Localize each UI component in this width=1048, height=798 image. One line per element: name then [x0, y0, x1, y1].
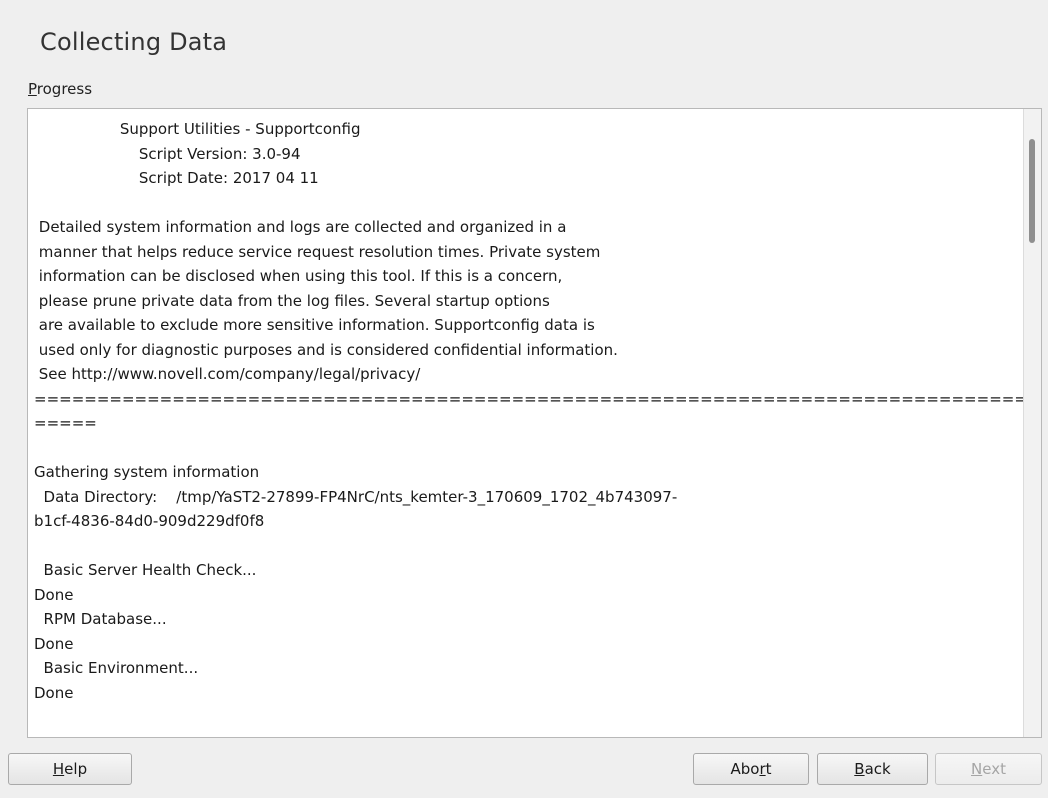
scrollbar-thumb[interactable]: [1029, 139, 1035, 243]
log-line: Done: [34, 634, 74, 653]
log-line: please prune private data from the log f…: [34, 291, 550, 310]
back-button[interactable]: Back: [817, 753, 928, 785]
log-line: RPM Database...: [34, 610, 167, 628]
progress-label-mnemonic: P: [28, 80, 37, 98]
log-line: Done: [34, 585, 74, 604]
progress-label-rest: rogress: [36, 80, 93, 98]
log-text: Support Utilities - Supportconfig Script…: [34, 117, 1040, 705]
log-line: Script Version: 3.0-94: [34, 144, 301, 163]
log-line: Support Utilities - Supportconfig: [34, 120, 361, 138]
abort-button-rest: t: [765, 760, 772, 778]
log-line: Done: [34, 683, 74, 702]
log-line: b1cf-4836-84d0-909d229df0f8: [34, 512, 265, 530]
next-button[interactable]: Next: [935, 753, 1042, 785]
next-button-mnemonic: N: [971, 760, 983, 778]
back-button-rest: ack: [864, 760, 891, 778]
vertical-scrollbar[interactable]: [1023, 109, 1041, 737]
help-button-mnemonic: H: [52, 760, 65, 778]
log-line: manner that helps reduce service request…: [34, 242, 601, 261]
log-line: used only for diagnostic purposes and is…: [34, 340, 618, 359]
log-line: information can be disclosed when using …: [34, 267, 563, 285]
log-line: are available to exclude more sensitive …: [34, 316, 595, 334]
dialog-title: Collecting Data: [40, 28, 228, 56]
log-line: Detailed system information and logs are…: [34, 218, 567, 236]
back-button-mnemonic: B: [854, 760, 865, 778]
log-line: Basic Server Health Check...: [34, 561, 257, 579]
log-line: See http://www.novell.com/company/legal/…: [34, 365, 421, 383]
progress-label: Progress: [28, 80, 92, 98]
next-button-rest: ext: [982, 760, 1006, 778]
log-line: Data Directory: /tmp/YaST2-27899-FP4NrC/…: [34, 487, 678, 506]
log-line: =====: [34, 414, 97, 432]
log-line: Gathering system information: [34, 463, 260, 481]
collecting-data-dialog: Collecting Data Progress Support Utiliti…: [0, 0, 1048, 798]
log-line: Basic Environment...: [34, 659, 199, 677]
abort-button[interactable]: Abo r t: [693, 753, 809, 785]
help-button[interactable]: Help: [8, 753, 132, 785]
help-button-rest: elp: [64, 760, 88, 778]
log-line: ========================================…: [34, 389, 1040, 408]
abort-button-pre: Abo: [730, 760, 760, 778]
progress-log-view[interactable]: Support Utilities - Supportconfig Script…: [27, 108, 1042, 738]
log-line: Script Date: 2017 04 11: [34, 169, 319, 187]
